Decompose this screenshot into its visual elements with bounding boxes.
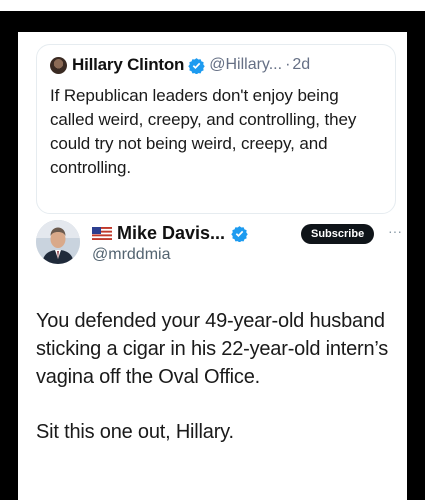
quoted-tweet-header: Hillary Clinton @Hillary... · 2d — [50, 55, 383, 75]
author-avatar[interactable] — [36, 220, 80, 264]
tweet-header: Mike Davis... Subscribe ··· @mrddmia — [36, 220, 402, 270]
quoted-tweet-age[interactable]: 2d — [292, 56, 310, 74]
quoted-author-name[interactable]: Hillary Clinton — [72, 55, 184, 75]
subscribe-button[interactable]: Subscribe — [301, 224, 375, 244]
tweet-card: Hillary Clinton @Hillary... · 2d If Repu… — [18, 32, 407, 500]
verified-badge-icon — [231, 225, 248, 242]
more-options-icon[interactable]: ··· — [388, 223, 402, 239]
header-separator: · — [285, 56, 291, 73]
quoted-tweet-text: If Republican leaders don't enjoy being … — [50, 86, 357, 177]
author-handle[interactable]: @mrddmia — [92, 246, 170, 264]
quoted-author-handle[interactable]: @Hillary... — [209, 56, 282, 74]
author-name[interactable]: Mike Davis... — [117, 223, 225, 244]
author-name-row: Mike Davis... — [92, 220, 248, 246]
us-flag-icon — [92, 226, 112, 240]
tweet-body: You defended your 49-year-old husband st… — [36, 307, 396, 473]
quoted-tweet[interactable]: Hillary Clinton @Hillary... · 2d If Repu… — [36, 44, 396, 214]
quoted-author-avatar[interactable] — [50, 56, 67, 74]
verified-badge-icon — [188, 57, 205, 74]
tweet-paragraph: You defended your 49-year-old husband st… — [36, 310, 389, 388]
top-white-strip — [0, 0, 425, 11]
tweet-paragraph: Sit this one out, Hillary. — [36, 421, 234, 443]
